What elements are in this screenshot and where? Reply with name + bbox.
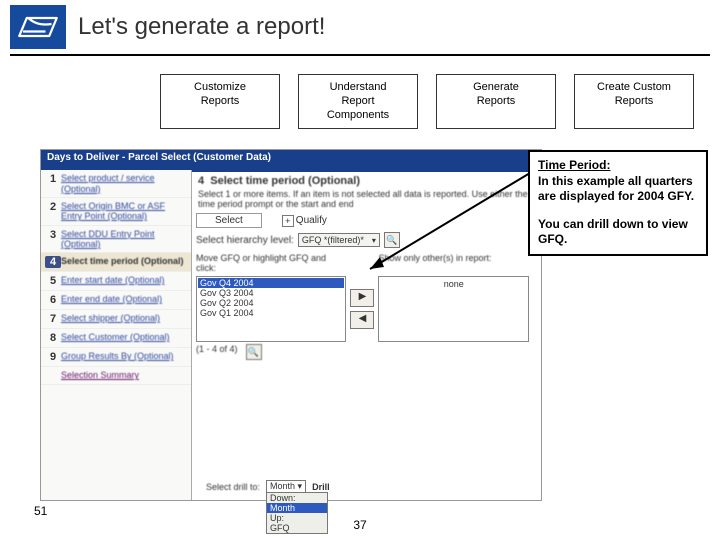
- page-title: Let's generate a report!: [78, 13, 325, 41]
- expand-icon[interactable]: +: [282, 215, 294, 227]
- available-list[interactable]: Gov Q4 2004Gov Q3 2004Gov Q2 2004Gov Q1 …: [196, 276, 346, 342]
- callout-box: Time Period: In this example all quarter…: [528, 150, 708, 256]
- usps-logo: [10, 5, 66, 49]
- step-8[interactable]: 8Select Customer (Optional): [41, 329, 191, 348]
- step-5[interactable]: 5Enter start date (Optional): [41, 272, 191, 291]
- list-item[interactable]: Gov Q4 2004: [198, 278, 344, 288]
- steps-sidebar: 1Select product / service (Optional)2Sel…: [41, 170, 192, 500]
- none-label: none: [379, 279, 527, 289]
- step-3[interactable]: 3Select DDU Entry Point (Optional): [41, 226, 191, 254]
- drill-option[interactable]: GFQ: [267, 523, 327, 533]
- hierarchy-label: Select hierarchy level:: [196, 235, 294, 246]
- step-description: Select 1 or more items. If an item is no…: [198, 189, 536, 209]
- step-2[interactable]: 2Select Origin BMC or ASF Entry Point (O…: [41, 198, 191, 226]
- nav-understand[interactable]: Understand Report Components: [298, 74, 418, 129]
- step-4[interactable]: 4Select time period (Optional): [41, 253, 191, 272]
- step-1[interactable]: 1Select product / service (Optional): [41, 170, 191, 198]
- move-label: Move GFQ or highlight GFQ and click:: [196, 254, 346, 276]
- step-7[interactable]: 7Select shipper (Optional): [41, 310, 191, 329]
- app-window: Days to Deliver - Parcel Select (Custome…: [40, 149, 542, 501]
- drill-option[interactable]: Down:: [267, 493, 327, 503]
- list-item[interactable]: Gov Q3 2004: [198, 288, 344, 298]
- app-title: Days to Deliver - Parcel Select (Custome…: [41, 150, 541, 172]
- result-count: (1 - 4 of 4): [196, 344, 238, 360]
- callout-line1: In this example all quarters are display…: [538, 174, 694, 204]
- step-6[interactable]: 6Enter end date (Optional): [41, 291, 191, 310]
- show-only-label: Show only other(s) in report:: [378, 254, 528, 276]
- drill-button[interactable]: Drill: [312, 482, 330, 492]
- move-right-button[interactable]: ▶: [350, 289, 374, 307]
- search-icon-2[interactable]: 🔍: [246, 344, 262, 360]
- callout-line2: You can drill down to view GFQ.: [538, 217, 688, 247]
- corner-page: 51: [34, 504, 47, 518]
- nav-create-custom[interactable]: Create Custom Reports: [574, 74, 694, 129]
- drill-select[interactable]: Month ▾ Down:MonthUp:GFQ: [266, 480, 306, 493]
- drill-option[interactable]: Month: [267, 503, 327, 513]
- tab-select[interactable]: Select: [196, 213, 262, 228]
- slide-number: 37: [0, 518, 720, 532]
- step-9[interactable]: 9Group Results By (Optional): [41, 348, 191, 367]
- callout-title: Time Period:: [538, 158, 610, 172]
- drill-option[interactable]: Up:: [267, 513, 327, 523]
- nav-generate[interactable]: Generate Reports: [436, 74, 556, 129]
- nav-bar: Customize Reports Understand Report Comp…: [160, 74, 720, 129]
- step-summary[interactable]: Selection Summary: [41, 367, 191, 384]
- list-item[interactable]: Gov Q2 2004: [198, 298, 344, 308]
- step-heading: Select time period (Optional): [210, 175, 360, 187]
- move-left-button[interactable]: ◀: [350, 311, 374, 329]
- drill-dropdown-open[interactable]: Down:MonthUp:GFQ: [266, 492, 328, 534]
- hierarchy-select[interactable]: GFQ *(filtered)*: [298, 233, 380, 247]
- nav-customize[interactable]: Customize Reports: [160, 74, 280, 129]
- step-heading-num: 4: [198, 175, 204, 187]
- selected-list[interactable]: none: [378, 276, 528, 342]
- search-icon[interactable]: 🔍: [384, 232, 400, 248]
- drill-label: Select drill to:: [206, 482, 260, 492]
- tab-qualify[interactable]: Qualify: [296, 215, 327, 226]
- main-panel: 4 Select time period (Optional) Select 1…: [196, 172, 538, 497]
- list-item[interactable]: Gov Q1 2004: [198, 308, 344, 318]
